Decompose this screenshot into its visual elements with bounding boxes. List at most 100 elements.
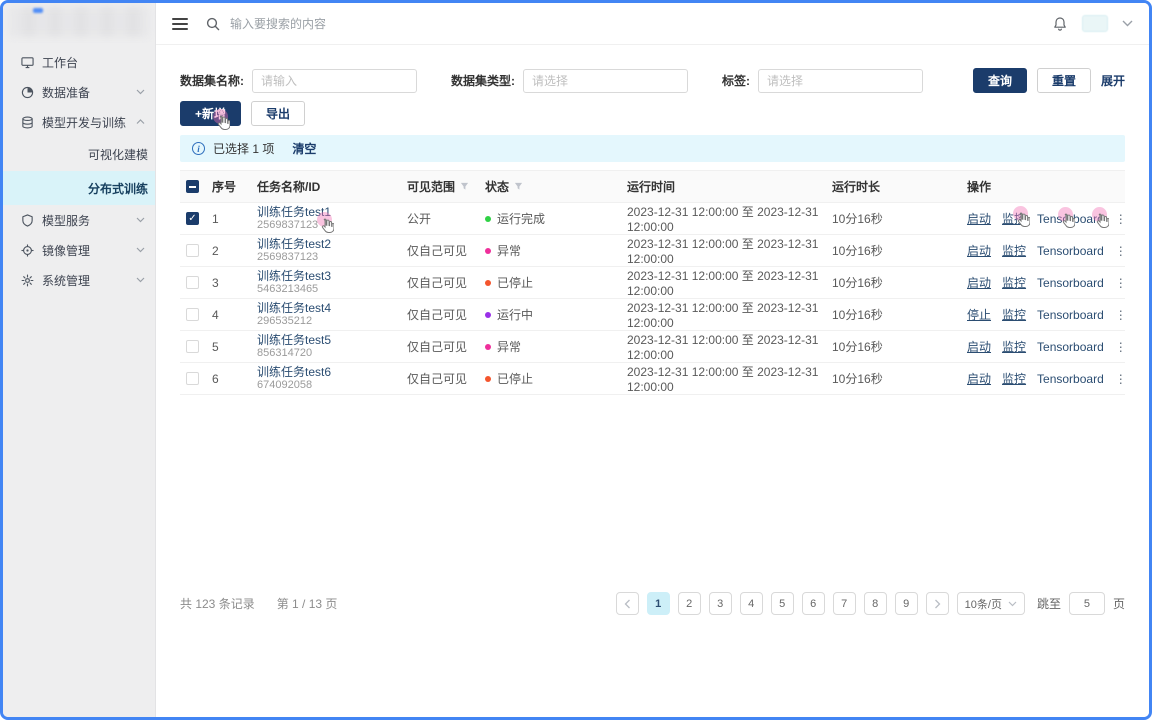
row-index: 3 (212, 276, 257, 290)
status-text: 已停止 (497, 274, 533, 291)
page-button-3[interactable]: 3 (709, 592, 732, 615)
row-index: 6 (212, 372, 257, 386)
task-id: 856314720 (257, 347, 407, 360)
sidebar-item-label: 系统管理 (42, 272, 136, 289)
run-duration: 10分16秒 (832, 338, 967, 355)
monitor-action-link[interactable]: 监控 (1002, 306, 1026, 323)
dataset-type-select[interactable]: 请选择 (523, 69, 688, 93)
sidebar-item-8[interactable]: 系统管理 (3, 265, 155, 295)
task-scope: 公开 (407, 210, 485, 227)
search-button[interactable]: 查询 (973, 68, 1027, 93)
start-stop-action-link[interactable]: 启动 (967, 338, 991, 355)
global-search-input[interactable] (230, 17, 530, 31)
reset-button[interactable]: 重置 (1037, 68, 1091, 93)
page-button-9[interactable]: 9 (895, 592, 918, 615)
jump-to-page-input[interactable] (1069, 592, 1105, 615)
row-checkbox[interactable]: ✓ (186, 212, 199, 225)
monitor-action-link[interactable]: 监控 (1002, 210, 1026, 227)
expand-link[interactable]: 展开 (1101, 72, 1125, 89)
monitor-action-link[interactable]: 监控 (1002, 370, 1026, 387)
tensorboard-action-link[interactable]: Tensorboard (1037, 372, 1104, 386)
task-name-link[interactable]: 训练任务test3 (257, 269, 407, 283)
start-stop-action-link[interactable]: 启动 (967, 370, 991, 387)
task-name-link[interactable]: 训练任务test1 (257, 205, 407, 219)
tensorboard-action-link[interactable]: Tensorboard (1037, 276, 1104, 290)
task-name-link[interactable]: 训练任务test2 (257, 237, 407, 251)
app-window: 工作台数据准备模型开发与训练可视化建模分布式训练模型服务镜像管理系统管理 (0, 0, 1152, 720)
clear-selection-link[interactable]: 清空 (292, 140, 316, 157)
shield-icon (21, 214, 34, 227)
run-time: 2023-12-31 12:00:00 至 2023-12-31 12:00:0… (627, 363, 832, 394)
page-size-select[interactable]: 10条/页 (957, 592, 1025, 615)
task-id: 674092058 (257, 379, 407, 392)
task-id: 2569837123 (257, 251, 407, 264)
hamburger-menu-icon[interactable] (172, 18, 188, 30)
status-text: 已停止 (497, 370, 533, 387)
monitor-action-link[interactable]: 监控 (1002, 274, 1026, 291)
page-button-2[interactable]: 2 (678, 592, 701, 615)
prev-page-button[interactable] (616, 592, 639, 615)
sidebar-item-label: 镜像管理 (42, 242, 136, 259)
add-button[interactable]: +新增 (180, 101, 241, 126)
tensorboard-action-link[interactable]: Tensorboard (1037, 308, 1104, 322)
sidebar-item-7[interactable]: 镜像管理 (3, 235, 155, 265)
table-header-row: 序号 任务名称/ID 可见范围 状态 (180, 170, 1125, 203)
tensorboard-action-link[interactable]: Tensorboard (1037, 244, 1104, 258)
status-text: 异常 (497, 242, 521, 259)
row-checkbox[interactable] (186, 276, 199, 289)
start-stop-action-link[interactable]: 启动 (967, 274, 991, 291)
page-button-6[interactable]: 6 (802, 592, 825, 615)
more-actions-icon[interactable]: ⋮ (1115, 308, 1128, 322)
more-actions-icon[interactable]: ⋮ (1115, 212, 1128, 226)
sidebar-subitem-5[interactable]: 分布式训练 (3, 171, 155, 205)
status-dot (485, 248, 491, 254)
row-index: 1 (212, 212, 257, 226)
row-checkbox[interactable] (186, 372, 199, 385)
monitor-action-link[interactable]: 监控 (1002, 242, 1026, 259)
scope-filter-icon[interactable] (460, 182, 469, 191)
sidebar-item-label: 模型服务 (42, 212, 136, 229)
row-checkbox[interactable] (186, 340, 199, 353)
sidebar-item-3[interactable]: 模型开发与训练 (3, 107, 155, 137)
tag-select[interactable]: 请选择 (758, 69, 923, 93)
sidebar-item-6[interactable]: 模型服务 (3, 205, 155, 235)
status-filter-icon[interactable] (514, 182, 523, 191)
page-button-5[interactable]: 5 (771, 592, 794, 615)
more-actions-icon[interactable]: ⋮ (1115, 372, 1128, 386)
disk-icon (21, 86, 34, 99)
sidebar-subitem-4[interactable]: 可视化建模 (3, 137, 155, 171)
sidebar-item-2[interactable]: 数据准备 (3, 77, 155, 107)
user-menu-chevron-down-icon[interactable] (1122, 20, 1133, 27)
page-button-7[interactable]: 7 (833, 592, 856, 615)
tensorboard-action-link[interactable]: Tensorboard (1037, 212, 1104, 226)
start-stop-action-link[interactable]: 启动 (967, 242, 991, 259)
tensorboard-action-link[interactable]: Tensorboard (1037, 340, 1104, 354)
more-actions-icon[interactable]: ⋮ (1115, 340, 1128, 354)
select-all-checkbox[interactable] (186, 180, 199, 193)
page-button-1[interactable]: 1 (647, 592, 670, 615)
more-actions-icon[interactable]: ⋮ (1115, 244, 1128, 258)
task-name-link[interactable]: 训练任务test5 (257, 333, 407, 347)
export-button[interactable]: 导出 (251, 101, 305, 126)
task-name-link[interactable]: 训练任务test6 (257, 365, 407, 379)
monitor-action-link[interactable]: 监控 (1002, 338, 1026, 355)
sidebar-item-1[interactable]: 工作台 (3, 47, 155, 77)
start-stop-action-link[interactable]: 启动 (967, 210, 991, 227)
search-icon (206, 17, 220, 31)
more-actions-icon[interactable]: ⋮ (1115, 276, 1128, 290)
chevron-down-icon (136, 89, 145, 95)
toolbar: +新增 导出 (180, 101, 1125, 126)
dataset-name-input[interactable] (252, 69, 417, 93)
page-button-8[interactable]: 8 (864, 592, 887, 615)
table-row: 2训练任务test22569837123仅自己可见异常2023-12-31 12… (180, 235, 1125, 267)
user-avatar-blurred[interactable] (1082, 15, 1108, 32)
page-button-4[interactable]: 4 (740, 592, 763, 615)
start-stop-action-link[interactable]: 停止 (967, 306, 991, 323)
logo-blurred (3, 3, 155, 43)
task-name-link[interactable]: 训练任务test4 (257, 301, 407, 315)
status-text: 运行中 (497, 306, 533, 323)
next-page-button[interactable] (926, 592, 949, 615)
row-checkbox[interactable] (186, 308, 199, 321)
row-checkbox[interactable] (186, 244, 199, 257)
notification-bell-icon[interactable] (1052, 16, 1068, 32)
